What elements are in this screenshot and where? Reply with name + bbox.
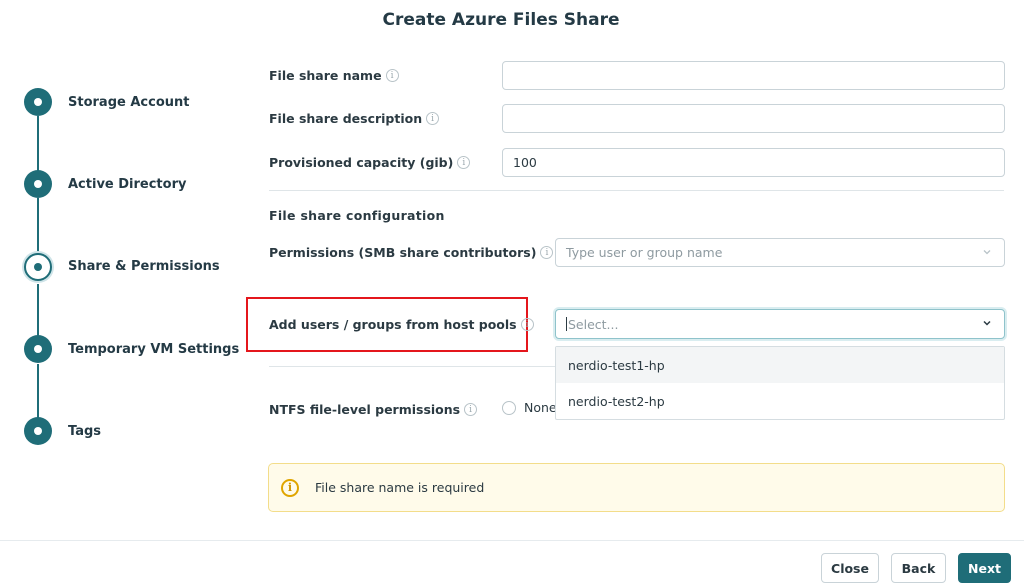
section-title: File share configuration xyxy=(269,208,445,223)
step-active-directory-label[interactable]: Active Directory xyxy=(68,177,186,192)
permissions-placeholder: Type user or group name xyxy=(566,245,723,260)
divider xyxy=(269,366,555,367)
info-icon[interactable]: i xyxy=(520,318,534,331)
step-tags-label[interactable]: Tags xyxy=(68,424,101,439)
step-share-permissions-label[interactable]: Share & Permissions xyxy=(68,259,220,274)
file-share-description-input[interactable] xyxy=(502,104,1005,133)
info-icon[interactable]: i xyxy=(385,69,399,82)
info-icon[interactable]: i xyxy=(540,246,554,259)
file-share-name-input[interactable] xyxy=(502,61,1005,90)
step-active-directory-dot[interactable] xyxy=(24,170,52,198)
chevron-down-icon[interactable] xyxy=(982,318,992,328)
next-button[interactable]: Next xyxy=(958,553,1011,583)
ntfs-label: NTFS file-level permissions i xyxy=(269,402,478,417)
ntfs-none-label[interactable]: None xyxy=(524,400,557,415)
file-share-name-label: File share name i xyxy=(269,68,399,83)
chevron-down-icon xyxy=(983,250,991,255)
step-temporary-vm-label[interactable]: Temporary VM Settings xyxy=(68,342,239,357)
text-caret xyxy=(566,317,567,331)
validation-alert: i File share name is required xyxy=(268,463,1005,512)
info-icon[interactable]: i xyxy=(426,112,440,125)
step-share-permissions-dot[interactable] xyxy=(24,253,52,281)
step-tags-dot[interactable] xyxy=(24,417,52,445)
step-storage-account-dot[interactable] xyxy=(24,88,52,116)
step-temporary-vm-dot[interactable] xyxy=(24,335,52,363)
stepper-connector xyxy=(37,116,39,172)
footer-divider xyxy=(0,540,1024,541)
permissions-select[interactable]: Type user or group name xyxy=(555,238,1005,267)
info-icon: i xyxy=(281,478,299,497)
provisioned-capacity-input[interactable]: 100 xyxy=(502,148,1005,177)
permissions-label: Permissions (SMB share contributors) i xyxy=(269,245,554,260)
stepper-connector xyxy=(37,198,39,254)
host-pools-select[interactable]: Select... xyxy=(555,309,1005,339)
host-pools-label: Add users / groups from host pools i xyxy=(269,317,534,332)
file-share-description-label: File share description i xyxy=(269,111,440,126)
back-button[interactable]: Back xyxy=(891,553,946,583)
dropdown-option[interactable]: nerdio-test2-hp xyxy=(556,383,1004,419)
provisioned-capacity-label: Provisioned capacity (gib) i xyxy=(269,155,471,170)
stepper-connector xyxy=(37,284,39,336)
alert-message: File share name is required xyxy=(315,480,485,495)
close-button[interactable]: Close xyxy=(821,553,879,583)
host-pools-placeholder: Select... xyxy=(568,316,619,332)
host-pools-dropdown: nerdio-test1-hp nerdio-test2-hp xyxy=(555,346,1005,420)
info-icon[interactable]: i xyxy=(464,403,478,416)
step-storage-account-label[interactable]: Storage Account xyxy=(68,95,189,110)
stepper-connector xyxy=(37,364,39,418)
page-title: Create Azure Files Share xyxy=(382,10,620,30)
ntfs-none-radio[interactable] xyxy=(502,401,516,415)
divider xyxy=(269,190,1004,191)
info-icon[interactable]: i xyxy=(457,156,471,169)
dropdown-option[interactable]: nerdio-test1-hp xyxy=(556,347,1004,383)
